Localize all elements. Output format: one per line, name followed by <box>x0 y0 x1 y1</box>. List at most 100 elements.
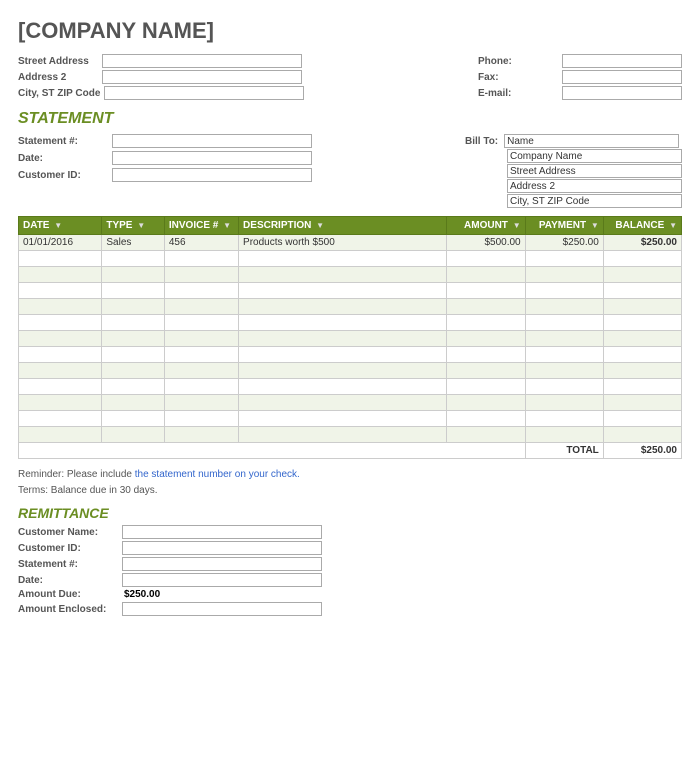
cell-date <box>19 427 102 443</box>
cell-type <box>102 363 165 379</box>
cell-amount: $500.00 <box>447 235 525 251</box>
phone-input[interactable] <box>562 54 682 68</box>
fax-input[interactable] <box>562 70 682 84</box>
email-input[interactable] <box>562 86 682 100</box>
statement-date-input[interactable] <box>112 151 312 165</box>
payment-sort-icon: ▼ <box>591 221 599 230</box>
city-label: City, ST ZIP Code <box>18 88 100 99</box>
statement-number-input[interactable] <box>112 134 312 148</box>
bill-to-name[interactable]: Name <box>504 134 679 148</box>
address2-input[interactable] <box>102 70 302 84</box>
cell-balance <box>603 427 681 443</box>
cell-invoice <box>164 331 238 347</box>
cell-payment <box>525 267 603 283</box>
fax-label: Fax: <box>478 72 558 83</box>
cell-amount <box>447 395 525 411</box>
description-sort-icon: ▼ <box>316 221 324 230</box>
cell-invoice <box>164 427 238 443</box>
city-row: City, ST ZIP Code <box>18 86 304 100</box>
amount-sort-icon: ▼ <box>513 221 521 230</box>
col-date[interactable]: DATE ▼ <box>19 217 102 235</box>
cell-payment <box>525 251 603 267</box>
total-row: TOTAL $250.00 <box>19 443 682 459</box>
remittance-customer-id-row: Customer ID: <box>18 541 682 555</box>
remittance-customer-name-input[interactable] <box>122 525 322 539</box>
cell-amount <box>447 379 525 395</box>
date-sort-icon: ▼ <box>54 221 62 230</box>
reminder-line1: Reminder: Please include the statement n… <box>18 467 682 483</box>
bill-to-city[interactable]: City, ST ZIP Code <box>507 194 682 208</box>
customer-id-input[interactable] <box>112 168 312 182</box>
cell-description <box>239 347 447 363</box>
remittance-statement-input[interactable] <box>122 557 322 571</box>
header-section: Street Address Address 2 City, ST ZIP Co… <box>18 54 682 100</box>
bill-to-city-row: City, ST ZIP Code <box>507 194 682 208</box>
statement-left: Statement #: Date: Customer ID: <box>18 134 312 208</box>
address2-row: Address 2 <box>18 70 304 84</box>
street-address-input[interactable] <box>102 54 302 68</box>
table-row <box>19 395 682 411</box>
remittance-customer-name-row: Customer Name: <box>18 525 682 539</box>
reminder-link: the statement number on your check. <box>135 469 300 480</box>
remittance-title: REMITTANCE <box>18 505 682 521</box>
bill-to-street-row: Street Address <box>507 164 682 178</box>
table-row <box>19 347 682 363</box>
remittance-amount-enclosed-input[interactable] <box>122 602 322 616</box>
remittance-amount-due-row: Amount Due: $250.00 <box>18 589 682 600</box>
cell-balance <box>603 379 681 395</box>
col-type[interactable]: TYPE ▼ <box>102 217 165 235</box>
col-description[interactable]: DESCRIPTION ▼ <box>239 217 447 235</box>
cell-amount <box>447 283 525 299</box>
cell-invoice <box>164 283 238 299</box>
cell-description <box>239 427 447 443</box>
remittance-date-input[interactable] <box>122 573 322 587</box>
bill-to-company[interactable]: Company Name <box>507 149 682 163</box>
bill-to-address2[interactable]: Address 2 <box>507 179 682 193</box>
type-sort-icon: ▼ <box>137 221 145 230</box>
cell-date <box>19 267 102 283</box>
cell-amount <box>447 363 525 379</box>
cell-date <box>19 251 102 267</box>
cell-payment <box>525 395 603 411</box>
col-payment[interactable]: PAYMENT ▼ <box>525 217 603 235</box>
cell-description <box>239 283 447 299</box>
cell-invoice <box>164 267 238 283</box>
cell-amount <box>447 411 525 427</box>
phone-row: Phone: <box>478 54 682 68</box>
table-row <box>19 427 682 443</box>
email-row: E-mail: <box>478 86 682 100</box>
remittance-customer-id-input[interactable] <box>122 541 322 555</box>
cell-date <box>19 363 102 379</box>
cell-description <box>239 363 447 379</box>
cell-invoice <box>164 251 238 267</box>
city-input[interactable] <box>104 86 304 100</box>
cell-date <box>19 283 102 299</box>
cell-type <box>102 331 165 347</box>
cell-payment <box>525 379 603 395</box>
bill-to-street[interactable]: Street Address <box>507 164 682 178</box>
total-value: $250.00 <box>603 443 681 459</box>
cell-type <box>102 251 165 267</box>
cell-payment <box>525 363 603 379</box>
address2-label: Address 2 <box>18 72 98 83</box>
cell-date <box>19 379 102 395</box>
cell-date <box>19 395 102 411</box>
cell-description <box>239 267 447 283</box>
col-invoice[interactable]: INVOICE # ▼ <box>164 217 238 235</box>
cell-payment <box>525 411 603 427</box>
email-label: E-mail: <box>478 88 558 99</box>
cell-amount <box>447 427 525 443</box>
remittance-statement-label: Statement #: <box>18 559 118 570</box>
cell-balance: $250.00 <box>603 235 681 251</box>
cell-payment <box>525 331 603 347</box>
col-balance[interactable]: BALANCE ▼ <box>603 217 681 235</box>
data-table: DATE ▼ TYPE ▼ INVOICE # ▼ DESCRIPTION ▼ … <box>18 216 682 459</box>
statement-section: Statement #: Date: Customer ID: Bill To:… <box>18 134 682 208</box>
cell-invoice <box>164 395 238 411</box>
phone-label: Phone: <box>478 56 558 67</box>
cell-balance <box>603 363 681 379</box>
table-row <box>19 411 682 427</box>
statement-date-label: Date: <box>18 153 108 164</box>
col-amount[interactable]: AMOUNT ▼ <box>447 217 525 235</box>
cell-payment <box>525 315 603 331</box>
